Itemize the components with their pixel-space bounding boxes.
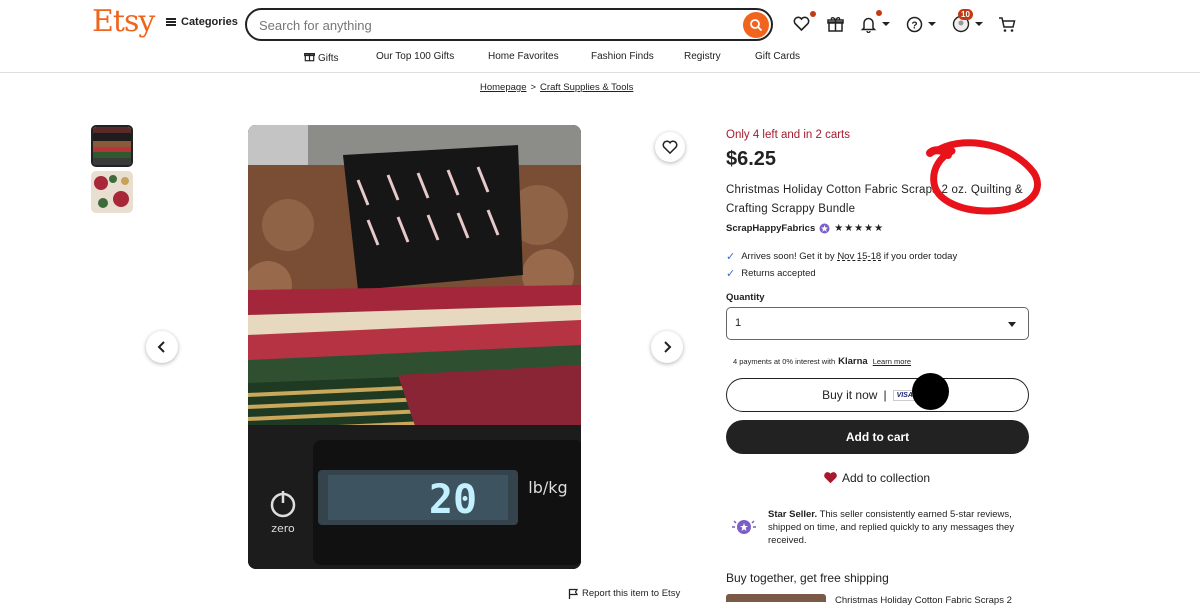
returns-label: Returns accepted [741,268,816,279]
bell-notification-dot [876,10,882,16]
seller-name[interactable]: ScrapHappyFabrics [726,223,815,234]
subnav-item-top-100[interactable]: Our Top 100 Gifts [376,51,454,62]
klarna-learn-more-link[interactable]: Learn more [873,357,911,366]
breadcrumb-separator: > [530,82,537,93]
subnav-label: Gifts [318,53,339,64]
add-to-collection-label: Add to collection [842,471,931,485]
subnav-item-gift-cards[interactable]: Gift Cards [755,51,800,62]
zero-label: zero [271,522,295,535]
next-image-button[interactable] [651,331,683,363]
buy-separator: | [883,388,887,402]
breadcrumb-craft-supplies[interactable]: Craft Supplies & Tools [540,82,633,93]
bell-icon [860,17,877,33]
search-bar [245,8,773,41]
favorites-button[interactable] [793,12,810,36]
subnav-item-home-favorites[interactable]: Home Favorites [488,51,559,62]
gift-icon [304,53,315,62]
arrival-info: ✓ Arrives soon! Get it by Nov 15-18 if y… [726,250,957,263]
heart-icon [662,140,678,154]
chevron-right-icon [664,341,672,353]
categories-button[interactable]: Categories [166,16,238,28]
seller-row: ScrapHappyFabrics ★★★★★ [726,223,884,234]
heart-icon [793,16,810,32]
returns-info: ✓ Returns accepted [726,267,816,280]
search-input[interactable] [259,16,719,34]
arrival-date[interactable]: Nov 15-18 [837,251,881,262]
chevron-down-icon [882,22,890,26]
notifications-button[interactable] [860,12,891,36]
star-seller-title: Star Seller. [768,509,818,520]
chevron-down-icon [928,22,936,26]
star-seller-badge-icon [819,223,830,234]
red-circle-annotation [926,139,1041,215]
star-seller-icon [732,520,756,534]
site-header: Etsy Categories ? 10 Gifts Our Top 100 G… [0,0,1200,73]
etsy-logo[interactable]: Etsy [92,4,155,39]
help-button[interactable]: ? [906,12,937,36]
chevron-down-icon [975,22,983,26]
thumbnail-1[interactable] [91,125,133,167]
subnav-item-registry[interactable]: Registry [684,51,721,62]
product-image[interactable]: 20 lb/kg zero [248,125,581,569]
search-icon [750,19,763,32]
arrival-prefix: Arrives soon! Get it by [741,251,835,262]
star-seller-info: Star Seller. This seller consistently ea… [768,508,1033,547]
product-price: $6.25 [726,148,777,170]
fabric-thumbnail-image [91,171,133,213]
stock-notice: Only 4 left and in 2 carts [726,129,851,141]
previous-image-button[interactable] [146,331,178,363]
add-to-collection-button[interactable]: Add to collection [823,471,930,485]
categories-label: Categories [181,16,238,28]
buy-together-heading: Buy together, get free shipping [726,571,889,585]
cart-icon [999,16,1016,32]
sub-navigation: Gifts Our Top 100 Gifts Home Favorites F… [0,51,1200,65]
buy-together-thumbnail[interactable] [726,594,826,602]
buy-together-item-title[interactable]: Christmas Holiday Cotton Fabric Scraps 2 [835,595,1012,606]
add-to-cart-button[interactable]: Add to cart [726,420,1029,454]
gift-icon [827,16,844,32]
checkmark-icon: ✓ [726,268,736,280]
account-badge: 10 [958,9,973,20]
cursor-marker [912,373,949,410]
breadcrumb-homepage[interactable]: Homepage [480,82,526,93]
klarna-text: 4 payments at 0% interest with [733,357,836,366]
scale-reading: 20 [429,477,477,523]
klarna-info: 4 payments at 0% interest with Klarna Le… [733,356,911,367]
checkmark-icon: ✓ [726,251,736,263]
dropdown-caret-icon [1008,322,1016,327]
klarna-logo: Klarna [838,356,868,367]
buy-it-now-label: Buy it now [822,388,878,402]
notification-dot [810,11,816,17]
help-icon: ? [906,16,923,32]
thumbnail-2[interactable] [91,171,133,213]
subnav-item-gifts[interactable]: Gifts [304,51,339,64]
svg-text:?: ? [911,20,917,31]
fabric-scraps-on-scale-image: 20 lb/kg zero [248,125,581,569]
fabric-thumbnail-image [93,127,131,165]
breadcrumb: Homepage > Craft Supplies & Tools [480,82,633,93]
rating-stars: ★★★★★ [834,223,885,234]
buy-it-now-button[interactable]: Buy it now | VISA ... [726,378,1029,412]
quantity-label: Quantity [726,292,765,303]
scale-unit: lb/kg [528,478,567,497]
heart-filled-icon [824,472,837,484]
report-label: Report this item to Etsy [582,588,681,599]
cart-button[interactable] [998,12,1016,36]
quantity-value: 1 [735,317,742,329]
subnav-item-fashion-finds[interactable]: Fashion Finds [591,51,654,62]
flag-icon [568,588,578,599]
chevron-left-icon [157,341,165,353]
gift-button[interactable] [827,12,844,36]
menu-icon [166,18,176,26]
search-button[interactable] [743,12,769,38]
report-item-link[interactable]: Report this item to Etsy [568,588,680,599]
quantity-select[interactable]: 1 [726,307,1029,340]
arrival-suffix: if you order today [883,251,958,262]
favorite-item-button[interactable] [655,132,685,162]
